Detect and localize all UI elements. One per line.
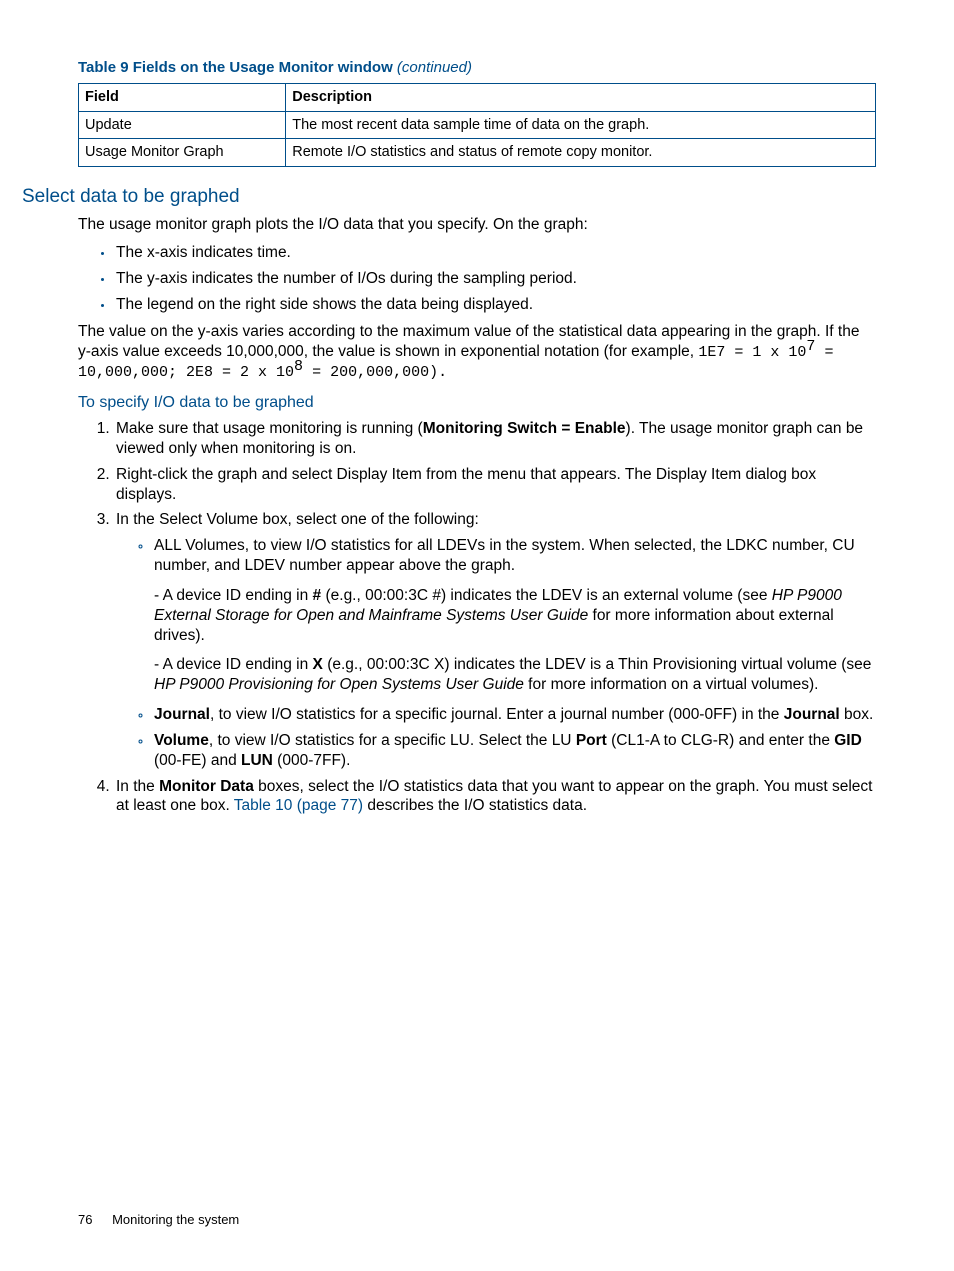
page-number: 76: [78, 1212, 92, 1227]
col-header-description: Description: [286, 84, 876, 112]
intro-paragraph: The usage monitor graph plots the I/O da…: [78, 215, 876, 235]
table-caption: Table 9 Fields on the Usage Monitor wind…: [78, 58, 876, 77]
text: ALL Volumes, to view I/O statistics for …: [154, 537, 855, 574]
bold-text: Monitor Data: [159, 778, 254, 795]
superscript: 8: [294, 358, 303, 375]
fields-table: Field Description Update The most recent…: [78, 83, 876, 167]
col-header-field: Field: [79, 84, 286, 112]
code-text: 1E7 = 1 x 10: [698, 344, 806, 361]
steps-list: Make sure that usage monitoring is runni…: [78, 419, 876, 816]
list-item: The x-axis indicates time.: [114, 243, 876, 263]
section-heading: Select data to be graphed: [22, 185, 876, 209]
cell-desc: Remote I/O statistics and status of remo…: [286, 139, 876, 167]
text: (e.g., 00:00:3C #) indicates the LDEV is…: [321, 587, 772, 604]
italic-text: HP P9000 Provisioning for Open Systems U…: [154, 676, 524, 693]
bold-text: #: [313, 587, 322, 604]
text: , to view I/O statistics for a specific …: [209, 732, 576, 749]
step-item: In the Monitor Data boxes, select the I/…: [114, 777, 876, 817]
bold-text: Port: [576, 732, 607, 749]
table-row: Usage Monitor Graph Remote I/O statistic…: [79, 139, 876, 167]
text: , to view I/O statistics for a specific …: [210, 706, 784, 723]
list-item: The legend on the right side shows the d…: [114, 295, 876, 315]
list-item: The y-axis indicates the number of I/Os …: [114, 269, 876, 289]
note-paragraph: - A device ID ending in X (e.g., 00:00:3…: [154, 655, 876, 695]
text: (e.g., 00:00:3C X) indicates the LDEV is…: [323, 656, 872, 673]
nested-list: ALL Volumes, to view I/O statistics for …: [116, 536, 876, 770]
yaxis-paragraph: The value on the y-axis varies according…: [78, 322, 876, 382]
text: Make sure that usage monitoring is runni…: [116, 420, 423, 437]
bold-text: Journal: [154, 706, 210, 723]
page-footer: 76 Monitoring the system: [78, 1212, 239, 1229]
subheading: To specify I/O data to be graphed: [78, 393, 876, 413]
step-item: Make sure that usage monitoring is runni…: [114, 419, 876, 459]
step-item: In the Select Volume box, select one of …: [114, 510, 876, 770]
text: for more information on a virtual volume…: [524, 676, 819, 693]
text: - A device ID ending in: [154, 587, 313, 604]
text: In the: [116, 778, 159, 795]
bold-text: Monitoring Switch = Enable: [423, 420, 626, 437]
code-text: = 200,000,000).: [303, 364, 447, 381]
text: (00-FE) and: [154, 752, 241, 769]
axes-list: The x-axis indicates time. The y-axis in…: [78, 243, 876, 314]
note-paragraph: - A device ID ending in # (e.g., 00:00:3…: [154, 586, 876, 645]
list-item: ALL Volumes, to view I/O statistics for …: [152, 536, 876, 695]
bold-text: LUN: [241, 752, 273, 769]
text: - A device ID ending in: [154, 656, 313, 673]
bold-text: X: [313, 656, 323, 673]
text: (000-7FF).: [273, 752, 351, 769]
table-row: Update The most recent data sample time …: [79, 111, 876, 139]
cell-field: Usage Monitor Graph: [79, 139, 286, 167]
list-item: Volume, to view I/O statistics for a spe…: [152, 731, 876, 771]
table-caption-main: Table 9 Fields on the Usage Monitor wind…: [78, 59, 393, 76]
text: In the Select Volume box, select one of …: [116, 511, 479, 528]
bold-text: Volume: [154, 732, 209, 749]
table-10-link[interactable]: Table 10 (page 77): [234, 797, 363, 814]
step-item: Right-click the graph and select Display…: [114, 465, 876, 505]
footer-title: Monitoring the system: [112, 1212, 239, 1227]
text: box.: [840, 706, 874, 723]
list-item: Journal, to view I/O statistics for a sp…: [152, 705, 876, 725]
cell-field: Update: [79, 111, 286, 139]
table-caption-continued: (continued): [397, 59, 472, 76]
text: (CL1-A to CLG-R) and enter the: [607, 732, 834, 749]
bold-text: GID: [834, 732, 862, 749]
text: describes the I/O statistics data.: [363, 797, 587, 814]
cell-desc: The most recent data sample time of data…: [286, 111, 876, 139]
bold-text: Journal: [784, 706, 840, 723]
